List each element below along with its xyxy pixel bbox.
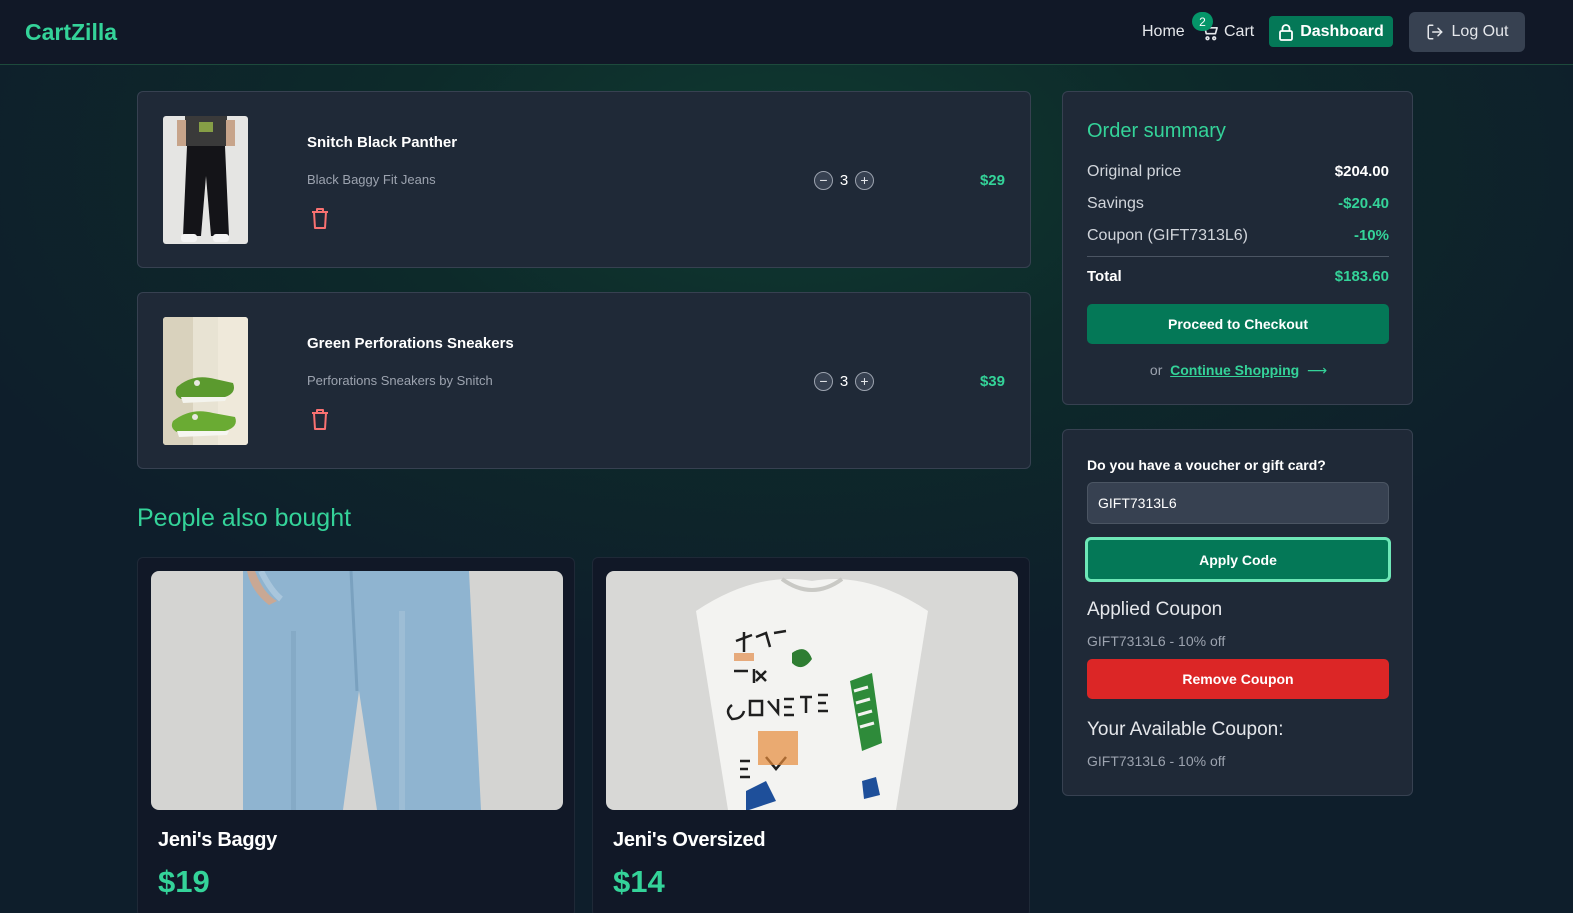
item-price: $39 bbox=[979, 373, 1005, 390]
order-summary-title: Order summary bbox=[1087, 120, 1226, 142]
original-price-label: Original price bbox=[1087, 163, 1182, 180]
dashboard-label: Dashboard bbox=[1300, 22, 1384, 40]
or-text: or bbox=[1149, 362, 1163, 378]
product-image[interactable] bbox=[151, 571, 563, 810]
quantity-value: 3 bbox=[839, 172, 849, 189]
decrease-quantity-button[interactable]: − bbox=[814, 372, 833, 391]
logout-icon bbox=[1427, 24, 1443, 40]
continue-shopping-row: or Continue Shopping ⟶ bbox=[1063, 362, 1414, 379]
remove-coupon-button[interactable]: Remove Coupon bbox=[1087, 659, 1389, 699]
recommendation-card[interactable]: Jeni's Oversized $14 bbox=[592, 557, 1030, 913]
savings-label: Savings bbox=[1087, 195, 1144, 212]
nav-cart-link[interactable]: 2 Cart bbox=[1192, 12, 1255, 50]
coupon-label: Coupon (GIFT7313L6) bbox=[1087, 227, 1248, 244]
savings-row: Savings -$20.40 bbox=[1087, 195, 1389, 213]
summary-divider bbox=[1087, 256, 1389, 257]
increase-quantity-button[interactable]: + bbox=[855, 372, 874, 391]
trash-icon[interactable] bbox=[309, 407, 331, 431]
recommendation-name[interactable]: Jeni's Oversized bbox=[613, 829, 766, 852]
nav-home-link[interactable]: Home bbox=[1142, 23, 1185, 41]
dashboard-button[interactable]: Dashboard bbox=[1269, 16, 1393, 47]
product-image[interactable] bbox=[163, 317, 248, 445]
available-coupon-text: GIFT7313L6 - 10% off bbox=[1087, 753, 1226, 769]
arrow-right-icon: ⟶ bbox=[1303, 362, 1328, 378]
recommendation-price: $19 bbox=[158, 864, 210, 899]
item-price: $29 bbox=[979, 172, 1005, 189]
total-label: Total bbox=[1087, 268, 1122, 285]
coupon-row: Coupon (GIFT7313L6) -10% bbox=[1087, 227, 1389, 245]
logo[interactable]: CartZilla bbox=[25, 19, 117, 46]
logout-label: Log Out bbox=[1451, 23, 1509, 40]
cart-item: Snitch Black Panther Black Baggy Fit Jea… bbox=[137, 91, 1031, 268]
continue-shopping-link[interactable]: Continue Shopping bbox=[1170, 362, 1299, 378]
available-coupon-heading: Your Available Coupon: bbox=[1087, 719, 1284, 740]
item-description: Perforations Sneakers by Snitch bbox=[307, 373, 493, 388]
savings-value: -$20.40 bbox=[1338, 195, 1389, 212]
logout-button[interactable]: Log Out bbox=[1409, 12, 1525, 52]
voucher-panel: Do you have a voucher or gift card? Appl… bbox=[1062, 429, 1413, 796]
applied-coupon-heading: Applied Coupon bbox=[1087, 599, 1223, 620]
checkout-button[interactable]: Proceed to Checkout bbox=[1087, 304, 1389, 344]
order-summary: Order summary Original price $204.00 Sav… bbox=[1062, 91, 1413, 405]
item-name[interactable]: Snitch Black Panther bbox=[307, 134, 457, 151]
item-description: Black Baggy Fit Jeans bbox=[307, 172, 436, 187]
recommendation-name[interactable]: Jeni's Baggy bbox=[158, 829, 277, 852]
item-name[interactable]: Green Perforations Sneakers bbox=[307, 335, 514, 352]
recommendation-price: $14 bbox=[613, 864, 665, 899]
applied-coupon-text: GIFT7313L6 - 10% off bbox=[1087, 633, 1226, 649]
total-value: $183.60 bbox=[1334, 268, 1389, 285]
product-image[interactable] bbox=[606, 571, 1018, 810]
voucher-label: Do you have a voucher or gift card? bbox=[1087, 457, 1326, 473]
trash-icon[interactable] bbox=[309, 206, 331, 230]
cart-count-badge: 2 bbox=[1192, 12, 1213, 31]
cart-item: Green Perforations Sneakers Perforations… bbox=[137, 292, 1031, 469]
original-price-value: $204.00 bbox=[1334, 163, 1389, 180]
navbar: CartZilla Home 2 Cart Dashboard Log Out bbox=[0, 0, 1573, 65]
voucher-input[interactable] bbox=[1087, 482, 1389, 524]
apply-code-button[interactable]: Apply Code bbox=[1085, 537, 1391, 582]
decrease-quantity-button[interactable]: − bbox=[814, 171, 833, 190]
total-row: Total $183.60 bbox=[1087, 268, 1389, 285]
increase-quantity-button[interactable]: + bbox=[855, 171, 874, 190]
recommendation-card[interactable]: Jeni's Baggy $19 bbox=[137, 557, 575, 913]
nav-cart-label: Cart bbox=[1224, 23, 1255, 40]
original-price-row: Original price $204.00 bbox=[1087, 163, 1389, 181]
quantity-value: 3 bbox=[839, 373, 849, 390]
quantity-stepper: − 3 + bbox=[814, 171, 874, 190]
lock-icon bbox=[1279, 23, 1294, 41]
recommendations-title: People also bought bbox=[137, 504, 352, 532]
quantity-stepper: − 3 + bbox=[814, 372, 874, 391]
product-image[interactable] bbox=[163, 116, 248, 244]
coupon-value: -10% bbox=[1353, 227, 1389, 244]
